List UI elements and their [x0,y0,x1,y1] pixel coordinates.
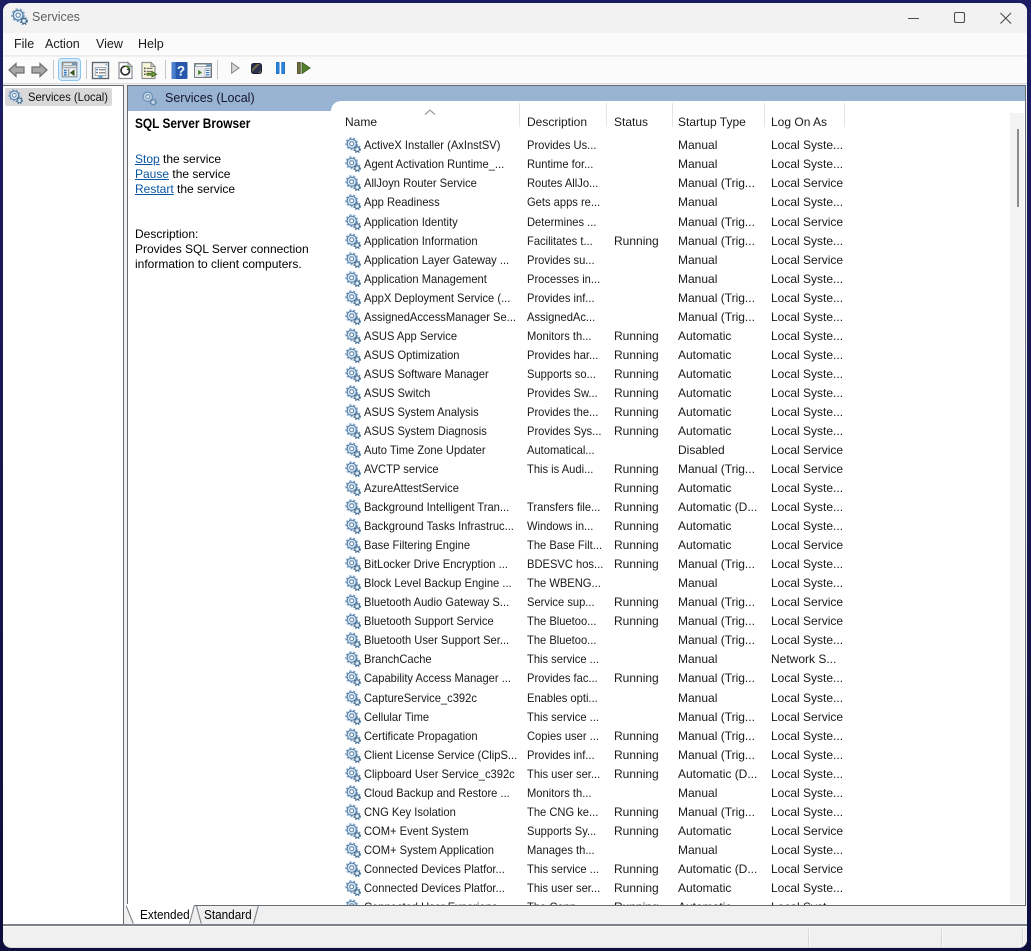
svg-text:?: ? [177,64,185,79]
